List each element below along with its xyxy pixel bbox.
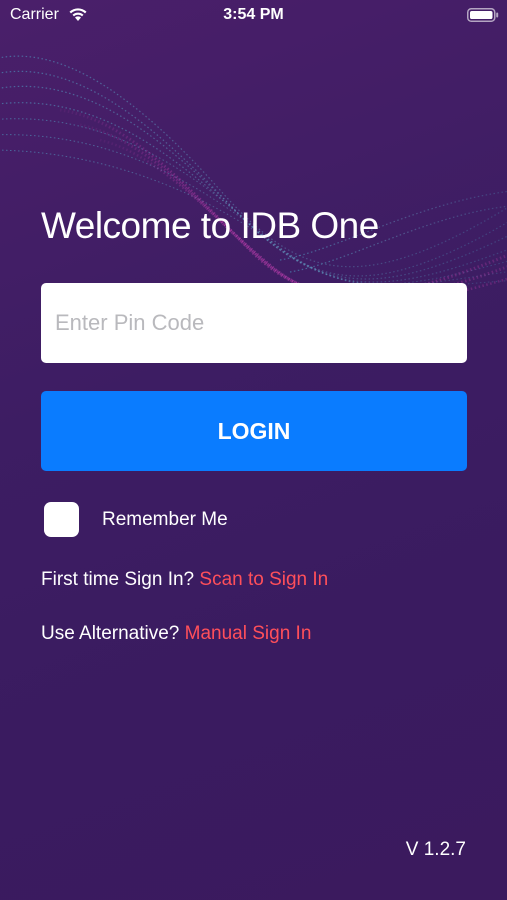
first-time-sign-in-row: First time Sign In? Scan to Sign In bbox=[41, 569, 328, 591]
status-bar: Carrier 3:54 PM bbox=[0, 0, 507, 32]
battery-icon bbox=[467, 8, 499, 22]
login-button[interactable]: LOGIN bbox=[41, 391, 467, 471]
pin-code-input[interactable] bbox=[41, 283, 467, 363]
remember-me-checkbox[interactable] bbox=[44, 502, 79, 537]
first-time-prompt: First time Sign In? bbox=[41, 569, 195, 590]
app-version: V 1.2.7 bbox=[405, 839, 466, 860]
scan-to-sign-in-link[interactable]: Scan to Sign In bbox=[199, 569, 328, 590]
clock-time: 3:54 PM bbox=[223, 6, 284, 23]
background-wave-graphic bbox=[0, 55, 507, 304]
alternative-sign-in-row: Use Alternative? Manual Sign In bbox=[41, 623, 311, 645]
remember-me-label: Remember Me bbox=[102, 509, 228, 530]
alternative-prompt: Use Alternative? bbox=[41, 623, 180, 644]
login-screen: Carrier 3:54 PM Welcome to IDB One LOGIN… bbox=[0, 0, 507, 900]
welcome-title: Welcome to IDB One bbox=[41, 205, 379, 246]
manual-sign-in-link[interactable]: Manual Sign In bbox=[185, 623, 312, 644]
